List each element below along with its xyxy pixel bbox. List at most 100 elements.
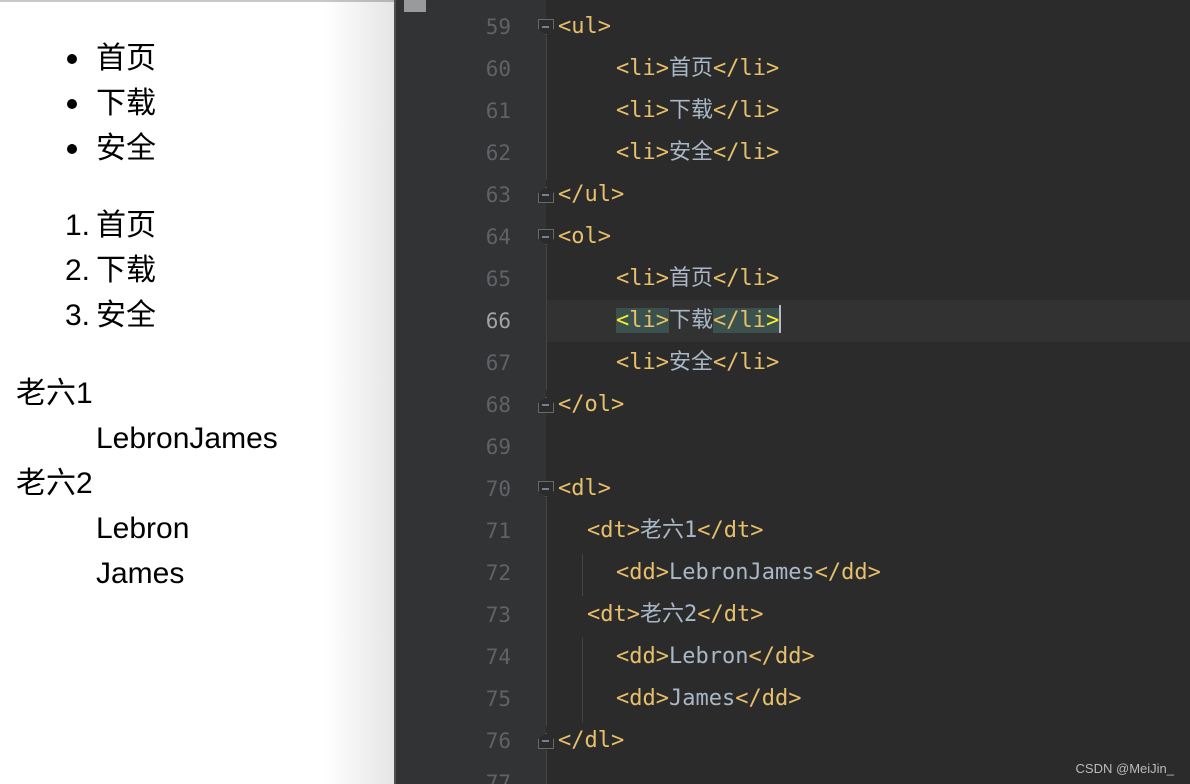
line-number[interactable]: 65 [434,258,511,300]
open-tag: <ul> [558,14,611,39]
tag-content: LebronJames [668,560,815,585]
line-number[interactable]: 77 [434,762,511,784]
code-line[interactable]: </ol> [558,384,624,426]
close-tag: </li> [713,56,780,81]
indent-guide [546,36,547,180]
code-line[interactable]: <ul> [558,6,611,48]
close-tag: </li> [713,350,780,375]
close-tag: </li> [713,308,780,333]
code-line[interactable]: </ul> [558,174,624,216]
indent-guide [546,750,547,784]
editor-scrollbar-track[interactable] [394,0,434,784]
open-tag: <li> [616,98,669,123]
code-line[interactable]: <dd>Lebron</dd> [616,636,815,678]
line-number[interactable]: 59 [434,6,511,48]
open-tag: <ol> [558,224,611,249]
code-line[interactable]: <ol> [558,216,611,258]
open-tag: <dt> [587,602,640,627]
line-number[interactable]: 71 [434,510,511,552]
definition-description: Lebron [96,512,190,545]
open-tag: <li> [616,266,669,291]
code-editor[interactable]: 59 60 61 62 63 64 65 66 67 68 69 70 71 72 73 74 75 76 77 <… [394,0,1190,784]
line-number[interactable]: 75 [434,678,511,720]
line-number[interactable]: 74 [434,636,511,678]
browser-preview: 首页 下载 安全 1. 首页 2. 下载 3. 安全 老六1 LebronJames … [0,0,394,784]
definition-term: 老六1 [16,377,93,410]
tag-content: 安全 [668,140,713,165]
list-number: 2. [64,254,90,287]
list-item: 2. 下载 [56,248,156,293]
line-number[interactable]: 72 [434,552,511,594]
line-number[interactable]: 73 [434,594,511,636]
tag-content: 首页 [668,266,713,291]
tag-content: James [668,686,736,711]
tag-content: 老六1 [639,518,698,543]
code-line[interactable]: <li>下载</li> [616,300,782,342]
code-line[interactable]: <li>下载</li> [616,90,779,132]
open-tag: <li> [616,140,669,165]
code-line[interactable]: <dl> [558,468,611,510]
indent-guide [546,498,547,726]
code-line[interactable]: <dd>LebronJames</dd> [616,552,881,594]
open-tag: </ul> [558,182,625,207]
editor-left-edge [394,0,396,784]
close-tag: </dt> [697,602,764,627]
close-tag: </dd> [814,560,881,585]
close-tag: </dd> [748,644,815,669]
code-line[interactable]: <dt>老六2</dt> [587,594,763,636]
open-tag: </ol> [558,392,625,417]
open-tag: <li> [616,350,669,375]
open-tag: <dd> [616,560,669,585]
code-line[interactable]: <dd>James</dd> [616,678,801,720]
open-tag: </dl> [558,728,625,753]
list-item: 下载 [56,81,156,126]
code-line[interactable]: <li>首页</li> [616,48,779,90]
close-tag: </dt> [697,518,764,543]
code-line[interactable]: <li>首页</li> [616,258,779,300]
line-number[interactable]: 66 [434,300,511,342]
list-item-label: 首页 [96,209,156,242]
line-number[interactable]: 69 [434,426,511,468]
tag-content: 下载 [669,308,714,333]
line-number[interactable]: 67 [434,342,511,384]
unordered-list: 首页 下载 安全 [56,36,156,171]
indent-guide [582,638,583,722]
scrollbar-thumb[interactable] [404,0,426,12]
list-item: 1. 首页 [56,203,156,248]
open-tag: <dd> [616,644,669,669]
open-tag: <dd> [616,686,669,711]
definition-list: 老六1 LebronJames 老六2 Lebron James [16,371,278,596]
line-number[interactable]: 70 [434,468,511,510]
tag-content: Lebron [668,644,749,669]
line-number[interactable]: 62 [434,132,511,174]
list-item: 安全 [56,126,156,171]
close-tag: </dd> [735,686,802,711]
text-cursor [779,305,782,333]
definition-description: LebronJames [96,422,278,455]
code-line[interactable]: <dt>老六1</dt> [587,510,763,552]
code-line[interactable]: </dl> [558,720,624,762]
line-number[interactable]: 63 [434,174,511,216]
line-number[interactable]: 68 [434,384,511,426]
close-tag: </li> [713,140,780,165]
tag-content: 老六2 [639,602,698,627]
window-shadow [324,0,394,784]
line-number[interactable]: 61 [434,90,511,132]
definition-description: James [96,557,185,590]
list-item-label: 下载 [96,254,156,287]
open-tag: <li> [616,56,669,81]
line-number[interactable]: 64 [434,216,511,258]
tag-content: 首页 [668,56,713,81]
list-item: 3. 安全 [56,293,156,338]
code-line[interactable]: <li>安全</li> [616,132,779,174]
list-number: 1. [64,209,90,242]
definition-term: 老六2 [16,467,93,500]
indent-guide [546,246,547,390]
code-line[interactable]: <li>安全</li> [616,342,779,384]
line-number[interactable]: 76 [434,720,511,762]
close-tag: </li> [713,98,780,123]
list-number: 3. [64,299,90,332]
line-number[interactable]: 60 [434,48,511,90]
indent-guide [582,554,583,596]
open-tag: <dl> [558,476,611,501]
